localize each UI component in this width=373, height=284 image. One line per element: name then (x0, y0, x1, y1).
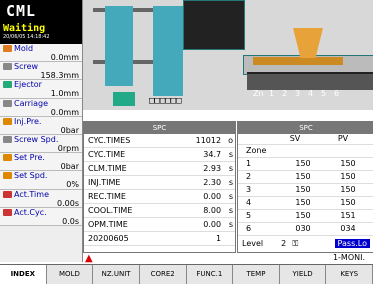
sidebar-item-icon (3, 172, 12, 180)
sidebar-item[interactable]: Screw Spd. 0rpm (0, 134, 82, 154)
fixed-platen (153, 6, 183, 96)
sidebar-item-value: 0rpm (57, 143, 79, 153)
monitor-label: 1-MONI. (332, 253, 365, 262)
sidebar-item-value: 0.0mm (50, 107, 79, 117)
zone-label: 5 (321, 89, 327, 98)
sidebar-item-label: Set Pre. (3, 153, 79, 162)
sidebar-item[interactable]: Carriage 0.0mm (0, 98, 82, 117)
status-datetime: 20/06/05 14:18:42 (3, 34, 50, 40)
sidebar-item-label: Act.Cyc. (3, 208, 79, 217)
sidebar-item[interactable]: Set Pre. 0bar (0, 153, 82, 172)
sidebar-item-icon (3, 45, 12, 52)
tab-mold[interactable]: MOLD (46, 265, 94, 284)
status-state: Waiting (3, 23, 46, 34)
sidebar-item-label: Screw (3, 62, 79, 71)
brand-logo: CML (0, 0, 82, 22)
sidebar-item[interactable]: Screw 158.3mm (0, 62, 82, 81)
zone-label: 4 (308, 89, 314, 98)
password-button[interactable]: Pass.Lo (334, 239, 370, 248)
table-row: 3 150 150 (238, 184, 373, 197)
tab-core2[interactable]: CORE2 (139, 265, 187, 284)
sidebar-item-label: Mold (3, 44, 79, 53)
sidebar-item[interactable]: Set Spd. 0% (0, 171, 82, 190)
sidebar-item[interactable]: Ejector 1.0mm (0, 80, 82, 99)
hopper-frame (183, 0, 245, 50)
warning-icon: ▲ (85, 253, 93, 264)
table-row: COOL.TIME 8.00 s (84, 204, 235, 218)
pump-icon (113, 92, 135, 106)
sidebar-item-label: Inj.Pre. (3, 117, 79, 126)
sidebar-item[interactable]: Mold 0.0mm (0, 44, 82, 63)
sidebar-item-value: 0.0mm (50, 53, 79, 62)
table-row: 4 150 150 (238, 197, 373, 210)
heater-zones (247, 72, 373, 90)
sidebar-item-icon (3, 99, 12, 107)
moving-platen (105, 6, 133, 86)
sidebar: CML Waiting 20/06/05 14:18:42 Mold 0.0mm S… (0, 0, 83, 262)
sidebar-item-value: 1.0mm (50, 89, 79, 99)
table-row: INJ.TIME 2.30 s (84, 176, 235, 190)
sidebar-item-icon (3, 81, 12, 89)
table-row: CYC.TIME 34.7 s (84, 148, 235, 162)
tab-yield[interactable]: YIELD (279, 265, 327, 284)
sidebar-item-value: 0bar (60, 162, 79, 172)
table-row: OPM.TIME 0.00 s (84, 218, 235, 232)
io-indicator: □□□□□□ (149, 96, 182, 106)
sidebar-item-label: Ejector (3, 80, 79, 89)
sidebar-item-label: Set Spd. (3, 171, 79, 180)
sidebar-item-value: 0bar (60, 125, 79, 135)
tab-keys[interactable]: KEYS (326, 265, 373, 284)
spc-right-header: SV PV (238, 134, 373, 145)
sidebar-item-value: 0.00s (57, 198, 79, 208)
sidebar-item-icon (3, 63, 12, 71)
sidebar-item-label: Act.Time (3, 190, 79, 199)
spc-right-panel: SPC SV PV Zone 1 150 150 2 150 150 3 150 150 4 150 1… (237, 121, 373, 253)
spc-left-panel: SPC CYC.TIMES 11012 o CYC.TIME 34.7 s CLM.TIME… (83, 121, 236, 253)
sidebar-item-icon (3, 154, 12, 162)
tab-nz-unit[interactable]: NZ.UNIT (93, 265, 140, 284)
table-row: CYC.TIMES 11012 o (84, 134, 235, 148)
zone-label: 6 (334, 89, 340, 98)
tab-index[interactable]: INDEX (0, 265, 47, 284)
key-icon: ⚿ (292, 238, 299, 248)
table-row: 20200605 1 (84, 232, 235, 246)
sidebar-item-icon (3, 190, 12, 198)
machine-status: Waiting 20/06/05 14:18:42 (0, 22, 82, 44)
table-row: Zone (238, 145, 373, 158)
level-row: Level 2 ⚿ Pass.Lo (238, 237, 373, 250)
spc-right-title: SPC (238, 122, 373, 134)
table-row: 1 150 150 (238, 158, 373, 171)
level-label: Level (242, 239, 264, 248)
tab-temp[interactable]: TEMP (233, 265, 280, 284)
sidebar-item-icon (3, 208, 12, 216)
table-row: 6 030 034 (238, 223, 373, 236)
table-row: 5 150 151 (238, 210, 373, 223)
screw (253, 57, 343, 65)
hopper (293, 28, 323, 58)
level-value: 2 (281, 239, 287, 248)
table-row: CLM.TIME 2.93 s (84, 162, 235, 176)
zone-label: 2 (282, 89, 288, 98)
sidebar-item-value: 158.3mm (40, 71, 80, 81)
sidebar-item[interactable]: Act.Cyc. 0.0s (0, 207, 82, 226)
sidebar-item-icon (3, 117, 12, 125)
sidebar-item-value: 0.0s (62, 216, 79, 226)
sidebar-item-icon (3, 135, 12, 143)
sidebar-item[interactable]: Act.Time 0.00s (0, 189, 82, 208)
sidebar-item-label: Carriage (3, 99, 79, 108)
sidebar-item[interactable]: Inj.Pre. 0bar (0, 116, 82, 135)
sidebar-item-label: Screw Spd. (3, 135, 79, 144)
sidebar-item-value: 0% (66, 180, 79, 190)
table-row: REC.TIME 0.00 s (84, 190, 235, 204)
bottom-tabs: INDEX MOLD NZ.UNIT CORE2 FUNC.1 TEMP YIELD KEYS (0, 264, 373, 284)
zone-label: 3 (295, 89, 301, 98)
spc-left-title: SPC (84, 122, 235, 134)
tab-func-1[interactable]: FUNC.1 (186, 265, 234, 284)
table-row: 2 150 150 (238, 171, 373, 184)
zone-label: Zn (253, 89, 264, 98)
zone-label: 1 (269, 89, 275, 98)
machine-diagram: □□□□□□ Zn 1 2 3 4 5 6 (83, 0, 373, 110)
